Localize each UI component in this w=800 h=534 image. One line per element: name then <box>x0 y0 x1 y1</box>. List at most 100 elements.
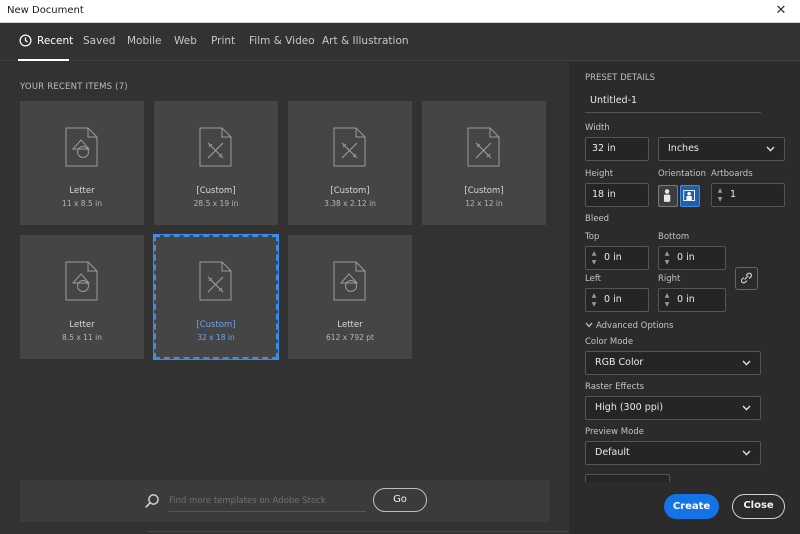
create-button[interactable]: Create <box>664 494 719 519</box>
close-button[interactable]: Close <box>732 494 785 519</box>
portrait-orientation-button[interactable] <box>658 185 678 207</box>
bleed-right-field[interactable]: ▲ ▼ 0 in <box>658 288 726 312</box>
bleed-right-value: 0 in <box>677 294 695 305</box>
units-value: Inches <box>668 143 699 154</box>
recent-item-size: 8.5 x 11 in <box>62 333 102 342</box>
art-document-icon <box>65 127 98 167</box>
clock-icon <box>19 34 32 47</box>
chevron-down-icon <box>766 146 775 152</box>
recent-item-size: 12 x 12 in <box>465 199 503 208</box>
recent-item-card-selected[interactable]: [Custom] 32 x 18 in <box>153 234 279 360</box>
raster-effects-dropdown[interactable]: High (300 ppi) <box>585 396 761 420</box>
link-icon <box>741 272 752 284</box>
recent-item-card[interactable]: Letter 11 x 8.5 in <box>20 101 144 225</box>
units-dropdown[interactable]: Inches <box>658 137 785 161</box>
tab-art-illustration[interactable]: Art & Illustration <box>322 35 409 47</box>
recent-item-size: 11 x 8.5 in <box>62 199 102 208</box>
landscape-orientation-button[interactable] <box>680 185 700 207</box>
orientation-label: Orientation <box>658 169 706 179</box>
bleed-bottom-stepper[interactable]: ▲ ▼ <box>662 249 672 267</box>
bleed-left-stepper[interactable]: ▲ ▼ <box>589 291 599 309</box>
preview-mode-value: Default <box>595 447 630 458</box>
search-icon <box>145 494 159 508</box>
custom-document-icon <box>333 127 366 167</box>
tab-web[interactable]: Web <box>174 35 197 47</box>
custom-document-icon <box>199 261 232 301</box>
divider <box>148 531 569 532</box>
recent-item-size: 28.5 x 19 in <box>193 199 239 208</box>
raster-effects-value: High (300 ppi) <box>595 402 664 413</box>
width-field[interactable]: 32 in <box>585 137 649 161</box>
recent-item-name: [Custom] <box>196 320 236 330</box>
color-mode-value: RGB Color <box>595 357 644 368</box>
recent-item-card[interactable]: [Custom] 28.5 x 19 in <box>154 101 278 225</box>
chevron-down-icon <box>742 450 751 456</box>
bleed-top-label: Top <box>585 232 600 242</box>
tab-recent[interactable]: Recent <box>37 35 73 47</box>
recent-item-size: 612 x 792 pt <box>326 333 374 342</box>
stock-search-input[interactable] <box>169 490 366 512</box>
custom-document-icon <box>467 127 500 167</box>
bleed-right-label: Right <box>658 274 681 284</box>
stock-search-bar: Go <box>20 480 550 522</box>
custom-document-icon <box>199 127 232 167</box>
recent-item-size: 32 x 18 in <box>197 333 235 342</box>
preview-mode-label: Preview Mode <box>585 427 644 437</box>
recent-item-name: [Custom] <box>196 186 236 196</box>
chevron-down-icon <box>742 405 751 411</box>
art-document-icon <box>333 261 366 301</box>
width-label: Width <box>585 123 610 133</box>
tab-film-video[interactable]: Film & Video <box>249 35 315 47</box>
height-label: Height <box>585 169 614 179</box>
recent-item-name: [Custom] <box>330 186 370 196</box>
tab-saved[interactable]: Saved <box>83 35 115 47</box>
recent-item-name: Letter <box>69 186 95 196</box>
more-options-field[interactable] <box>585 474 670 482</box>
art-document-icon <box>65 261 98 301</box>
bleed-top-field[interactable]: ▲ ▼ 0 in <box>585 246 649 270</box>
bleed-left-field[interactable]: ▲ ▼ 0 in <box>585 288 649 312</box>
height-field[interactable]: 18 in <box>585 183 649 207</box>
window-title: New Document <box>7 5 84 16</box>
preview-mode-dropdown[interactable]: Default <box>585 441 761 465</box>
advanced-options-label: Advanced Options <box>596 321 674 331</box>
recent-item-name: Letter <box>337 320 363 330</box>
bleed-left-value: 0 in <box>604 294 622 305</box>
chevron-down-icon <box>742 360 751 366</box>
chevron-down-icon <box>585 322 593 328</box>
recent-items-panel: YOUR RECENT ITEMS (7) Letter 11 x 8.5 in… <box>0 62 569 534</box>
artboards-stepper[interactable]: ▲ ▼ <box>715 186 725 204</box>
landscape-icon <box>683 190 695 201</box>
recent-item-card[interactable]: Letter 612 x 792 pt <box>288 235 412 359</box>
recent-item-card[interactable]: Letter 8.5 x 11 in <box>20 235 144 359</box>
advanced-options-toggle[interactable]: Advanced Options <box>585 321 673 331</box>
active-tab-indicator <box>18 59 69 61</box>
recent-item-size: 3.38 x 2.12 in <box>324 199 376 208</box>
recent-items-heading: YOUR RECENT ITEMS (7) <box>20 82 128 92</box>
window-titlebar: New Document ✕ <box>0 0 800 23</box>
raster-effects-label: Raster Effects <box>585 382 645 392</box>
recent-item-card[interactable]: [Custom] 12 x 12 in <box>422 101 546 225</box>
preset-details-panel: PRESET DETAILS Untitled-1 Width 32 in In… <box>569 62 800 534</box>
bleed-left-label: Left <box>585 274 601 284</box>
color-mode-label: Color Mode <box>585 337 634 347</box>
link-bleed-button[interactable] <box>735 267 758 290</box>
tab-mobile[interactable]: Mobile <box>127 35 161 47</box>
tab-print[interactable]: Print <box>211 35 235 47</box>
bleed-right-stepper[interactable]: ▲ ▼ <box>662 291 672 309</box>
bleed-top-value: 0 in <box>604 252 622 263</box>
bleed-bottom-value: 0 in <box>677 252 695 263</box>
color-mode-dropdown[interactable]: RGB Color <box>585 351 761 375</box>
artboards-field[interactable]: ▲ ▼ 1 <box>711 183 785 207</box>
recent-item-card[interactable]: [Custom] 3.38 x 2.12 in <box>288 101 412 225</box>
window-close-icon[interactable]: ✕ <box>762 0 800 23</box>
go-button[interactable]: Go <box>373 488 427 512</box>
preset-details-heading: PRESET DETAILS <box>585 73 655 83</box>
document-name-field[interactable]: Untitled-1 <box>585 89 761 113</box>
bleed-top-stepper[interactable]: ▲ ▼ <box>589 249 599 267</box>
category-tabs: Recent Saved Mobile Web Print Film & Vid… <box>0 23 800 61</box>
artboards-label: Artboards <box>711 169 753 179</box>
recent-item-name: Letter <box>69 320 95 330</box>
bleed-label: Bleed <box>585 214 610 224</box>
bleed-bottom-field[interactable]: ▲ ▼ 0 in <box>658 246 726 270</box>
